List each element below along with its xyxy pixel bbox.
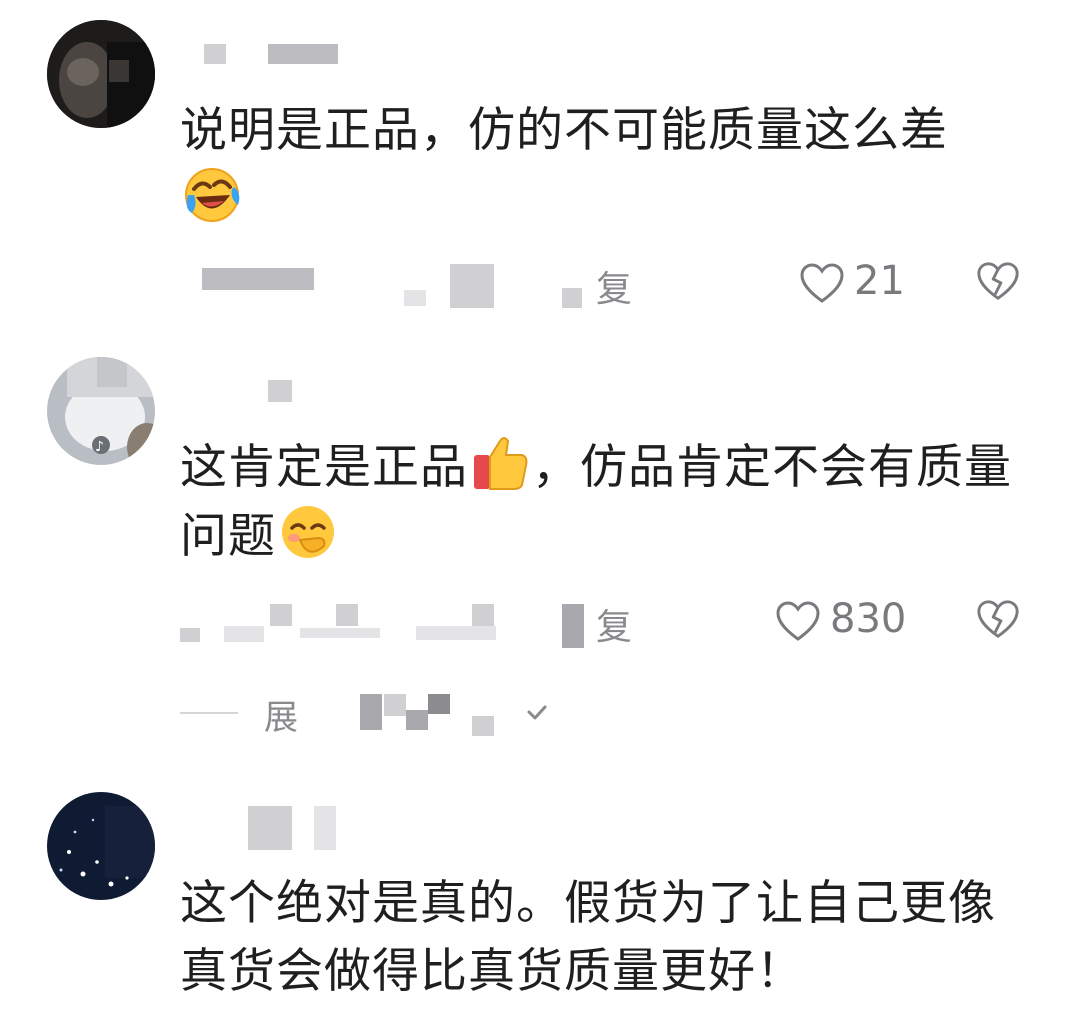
timestamp-redacted [180,628,200,642]
expand-replies-label: 展 [264,698,298,738]
comment-text: 这肯定是正品 ，仿品肯定不会有质量问题 [180,433,1030,571]
comment-text: 说明是正品，仿的不可能质量这么差 [180,97,1030,234]
avatar-image [47,20,155,128]
avatar[interactable] [47,792,155,900]
location-redacted [450,264,494,308]
reply-count-redacted [428,694,450,714]
timestamp-redacted [270,604,292,626]
reply-count-redacted [360,694,382,730]
reply-count-redacted [384,694,406,716]
chevron-down-icon [527,705,547,720]
like-count: 21 [854,258,905,304]
timestamp-redacted [224,626,264,642]
smiling-face-hand-over-mouth-icon [282,506,334,558]
reply-redacted [562,288,582,308]
reply-count-redacted [406,710,428,730]
reply-redacted [562,604,584,648]
comment-text: 这个绝对是真的。假货为了让自己更像真货会做得比真货质量更好！ [180,870,1030,1006]
comment-text-content: 说明是正品，仿的不可能质量这么差 [180,103,948,158]
location-redacted [472,604,494,626]
heart-icon[interactable] [798,258,846,308]
reply-count-redacted [472,716,494,736]
comment-text-content: 这肯定是正品 [180,440,468,495]
broken-heart-icon[interactable] [975,258,1021,304]
avatar[interactable] [47,20,155,128]
location-redacted [416,626,496,640]
username-redacted[interactable] [204,44,226,64]
location-redacted [404,290,426,306]
username-redacted[interactable] [314,806,336,850]
avatar-image [47,792,155,900]
timestamp-redacted [202,268,314,290]
expand-replies-button[interactable]: 展 [180,690,560,740]
broken-heart-icon[interactable] [975,596,1021,642]
comment-text-content: 这个绝对是真的。假货为了让自己更像真货会做得比真货质量更好！ [180,876,996,999]
svg-text:♪: ♪ [95,439,104,455]
face-with-tears-of-joy-icon [185,168,240,222]
location-redacted [336,604,358,626]
username-redacted[interactable] [248,806,292,850]
reply-button[interactable]: 复 [596,598,632,650]
reply-button[interactable]: 复 [596,260,632,312]
avatar-image: ♪ [47,357,155,465]
thumbs-up-icon [474,437,528,490]
divider-line [180,712,238,714]
username-redacted[interactable] [268,380,292,402]
like-count: 830 [830,596,907,642]
username-redacted[interactable] [268,44,338,64]
timestamp-redacted [300,628,380,638]
avatar[interactable]: ♪ [47,357,155,465]
heart-icon[interactable] [774,596,822,646]
